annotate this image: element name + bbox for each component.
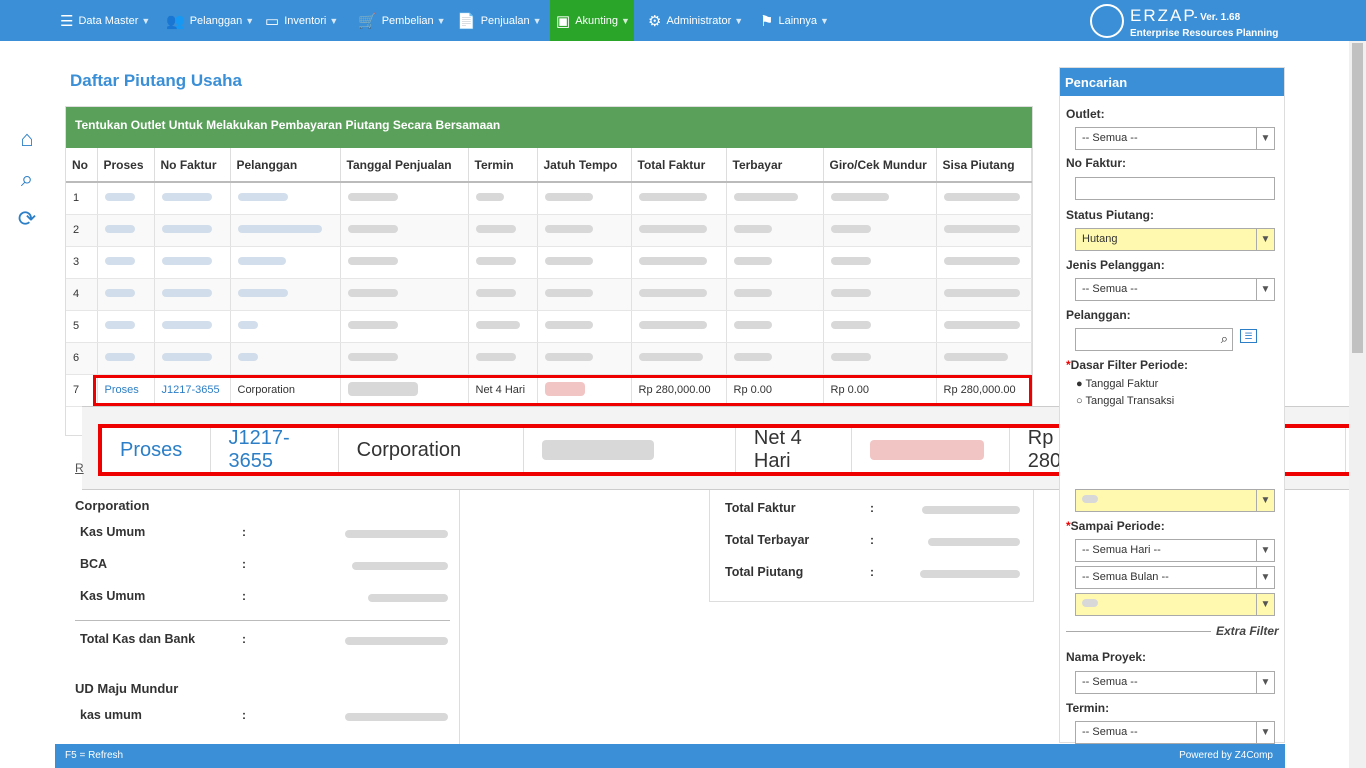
chevron-down-icon: ▼	[1256, 722, 1274, 743]
table-row: 4	[66, 278, 1032, 311]
chevron-down-icon: ▼	[1256, 567, 1274, 588]
search-sidebar: Pencarian Outlet: -- Semua -- ▼ No Faktur…	[1059, 67, 1285, 744]
chevron-down-icon: ▼	[621, 15, 630, 26]
refresh-icon[interactable]: ⟳	[14, 206, 40, 246]
col-tanggal-penjualan[interactable]: Tanggal Penjualan	[340, 148, 469, 183]
totals-box: Total Faktur : Total Terbayar : Total Pi…	[709, 490, 1034, 602]
col-no-faktur[interactable]: No Faktur	[154, 148, 231, 183]
sampai-bulan-select[interactable]: -- Semua Bulan -- ▼	[1075, 566, 1275, 589]
termin-select[interactable]: -- Semua -- ▼	[1075, 721, 1275, 744]
zoom-faktur[interactable]: J1217-3655	[211, 427, 339, 472]
radio-tanggal-faktur[interactable]: ● Tanggal Faktur	[1076, 378, 1158, 390]
erzap-logo-icon	[1090, 4, 1124, 38]
jenis-pelanggan-select[interactable]: -- Semua -- ▼	[1075, 278, 1275, 301]
table-row: 1	[66, 182, 1032, 215]
nav-inventori[interactable]: ▭ Inventori ▼	[259, 0, 344, 41]
chevron-down-icon: ▼	[141, 15, 151, 26]
chevron-down-icon: ▼	[1256, 279, 1274, 300]
top-navbar: ☰ Data Master ▼ 👥 Pelanggan ▼ ▭ Inventori ▼ 🛒 P…	[0, 0, 1366, 41]
radio-tanggal-transaksi[interactable]: ○ Tanggal Transaksi	[1076, 395, 1174, 407]
chevron-down-icon: ▼	[820, 15, 829, 26]
chevron-down-icon: ▼	[329, 15, 339, 26]
col-pelanggan[interactable]: Pelanggan	[230, 148, 341, 183]
document-icon: 📄	[457, 12, 476, 30]
nav-lainnya[interactable]: ⚑ Lainnya ▼	[754, 0, 835, 41]
money-icon: ▣	[556, 12, 571, 30]
nav-akunting[interactable]: ▣ Akunting ▼	[550, 0, 634, 41]
page-scrollbar[interactable]	[1349, 41, 1366, 768]
scrollbar-thumb[interactable]	[1352, 43, 1363, 353]
periode-year-select[interactable]: ▼	[1075, 489, 1275, 512]
col-proses[interactable]: Proses	[97, 148, 155, 183]
quick-actions: ⌂ ⌕ ⟳	[14, 126, 40, 246]
status-piutang-select[interactable]: Hutang ▼	[1075, 228, 1275, 251]
footer: F5 = Refresh Powered by Z4Comp	[55, 744, 1285, 768]
nama-proyek-select[interactable]: -- Semua -- ▼	[1075, 671, 1275, 694]
pelanggan-input[interactable]: ⌕	[1075, 328, 1233, 351]
zoom-termin: Net 4 Hari	[736, 427, 853, 472]
col-jatuh-tempo[interactable]: Jatuh Tempo	[537, 148, 632, 183]
col-total-faktur[interactable]: Total Faktur	[631, 148, 727, 183]
table-row: 2	[66, 214, 1032, 247]
chevron-down-icon: ▼	[734, 15, 744, 26]
sampai-hari-select[interactable]: -- Semua Hari -- ▼	[1075, 539, 1275, 562]
chevron-down-icon: ▼	[1256, 672, 1274, 693]
chevron-down-icon: ▼	[1256, 594, 1274, 615]
search-icon[interactable]: ⌕	[1221, 331, 1228, 347]
table-header-row: No Proses No Faktur Pelanggan Tanggal Pe…	[66, 148, 1032, 183]
chevron-down-icon: ▼	[436, 15, 446, 26]
zoom-proses[interactable]: Proses	[102, 428, 211, 472]
chevron-down-icon: ▼	[1256, 540, 1274, 561]
table-row: 3	[66, 246, 1032, 279]
chevron-down-icon: ▼	[245, 15, 255, 26]
users-icon: 👥	[166, 12, 185, 30]
outlet-select[interactable]: -- Semua -- ▼	[1075, 127, 1275, 150]
panel-header: Tentukan Outlet Untuk Melakukan Pembayar…	[66, 107, 1032, 148]
list-icon: ☰	[60, 12, 74, 30]
col-sisa-piutang[interactable]: Sisa Piutang	[936, 148, 1032, 183]
flag-icon: ⚑	[760, 12, 774, 30]
nav-data-master[interactable]: ☰ Data Master ▼	[54, 0, 156, 41]
table-row: 6	[66, 342, 1032, 375]
sidebar-title: Pencarian	[1060, 68, 1284, 96]
row-highlight	[93, 375, 1032, 406]
col-giro-cek-mundur[interactable]: Giro/Cek Mundur	[823, 148, 937, 183]
col-termin[interactable]: Termin	[468, 148, 538, 183]
search-icon[interactable]: ⌕	[14, 166, 40, 206]
col-no[interactable]: No	[66, 148, 98, 183]
list-icon[interactable]: ☰	[1240, 329, 1257, 343]
nav-penjualan[interactable]: 📄 Penjualan ▼	[451, 0, 548, 41]
table-row: 5	[66, 310, 1032, 343]
sampai-tahun-select[interactable]: ▼	[1075, 593, 1275, 616]
no-faktur-input[interactable]	[1075, 177, 1275, 200]
chevron-down-icon: ▼	[1256, 490, 1274, 511]
nav-pembelian[interactable]: 🛒 Pembelian ▼	[352, 0, 452, 41]
brand-logo: ERZAP - Ver. 1.68 Enterprise Resources P…	[1090, 4, 1300, 40]
chevron-down-icon: ▼	[1256, 128, 1274, 149]
nav-pelanggan[interactable]: 👥 Pelanggan ▼	[160, 0, 260, 41]
summary-tab-initial[interactable]: R	[75, 461, 84, 475]
col-terbayar[interactable]: Terbayar	[726, 148, 824, 183]
receivables-table: No Proses No Faktur Pelanggan Tanggal Pe…	[66, 148, 1032, 407]
kas-bank-summary: R Corporation Kas Umum : BCA : Kas Umum …	[65, 461, 460, 750]
chevron-down-icon: ▼	[532, 15, 542, 26]
zoom-pelanggan: Corporation	[339, 428, 524, 472]
cart-icon: 🛒	[358, 12, 377, 30]
gear-icon: ⚙	[648, 12, 662, 30]
chevron-down-icon: ▼	[1256, 229, 1274, 250]
nav-administrator[interactable]: ⚙ Administrator ▼	[642, 0, 749, 41]
home-icon[interactable]: ⌂	[14, 126, 40, 166]
page-title: Daftar Piutang Usaha	[70, 71, 242, 90]
box-icon: ▭	[265, 12, 280, 30]
